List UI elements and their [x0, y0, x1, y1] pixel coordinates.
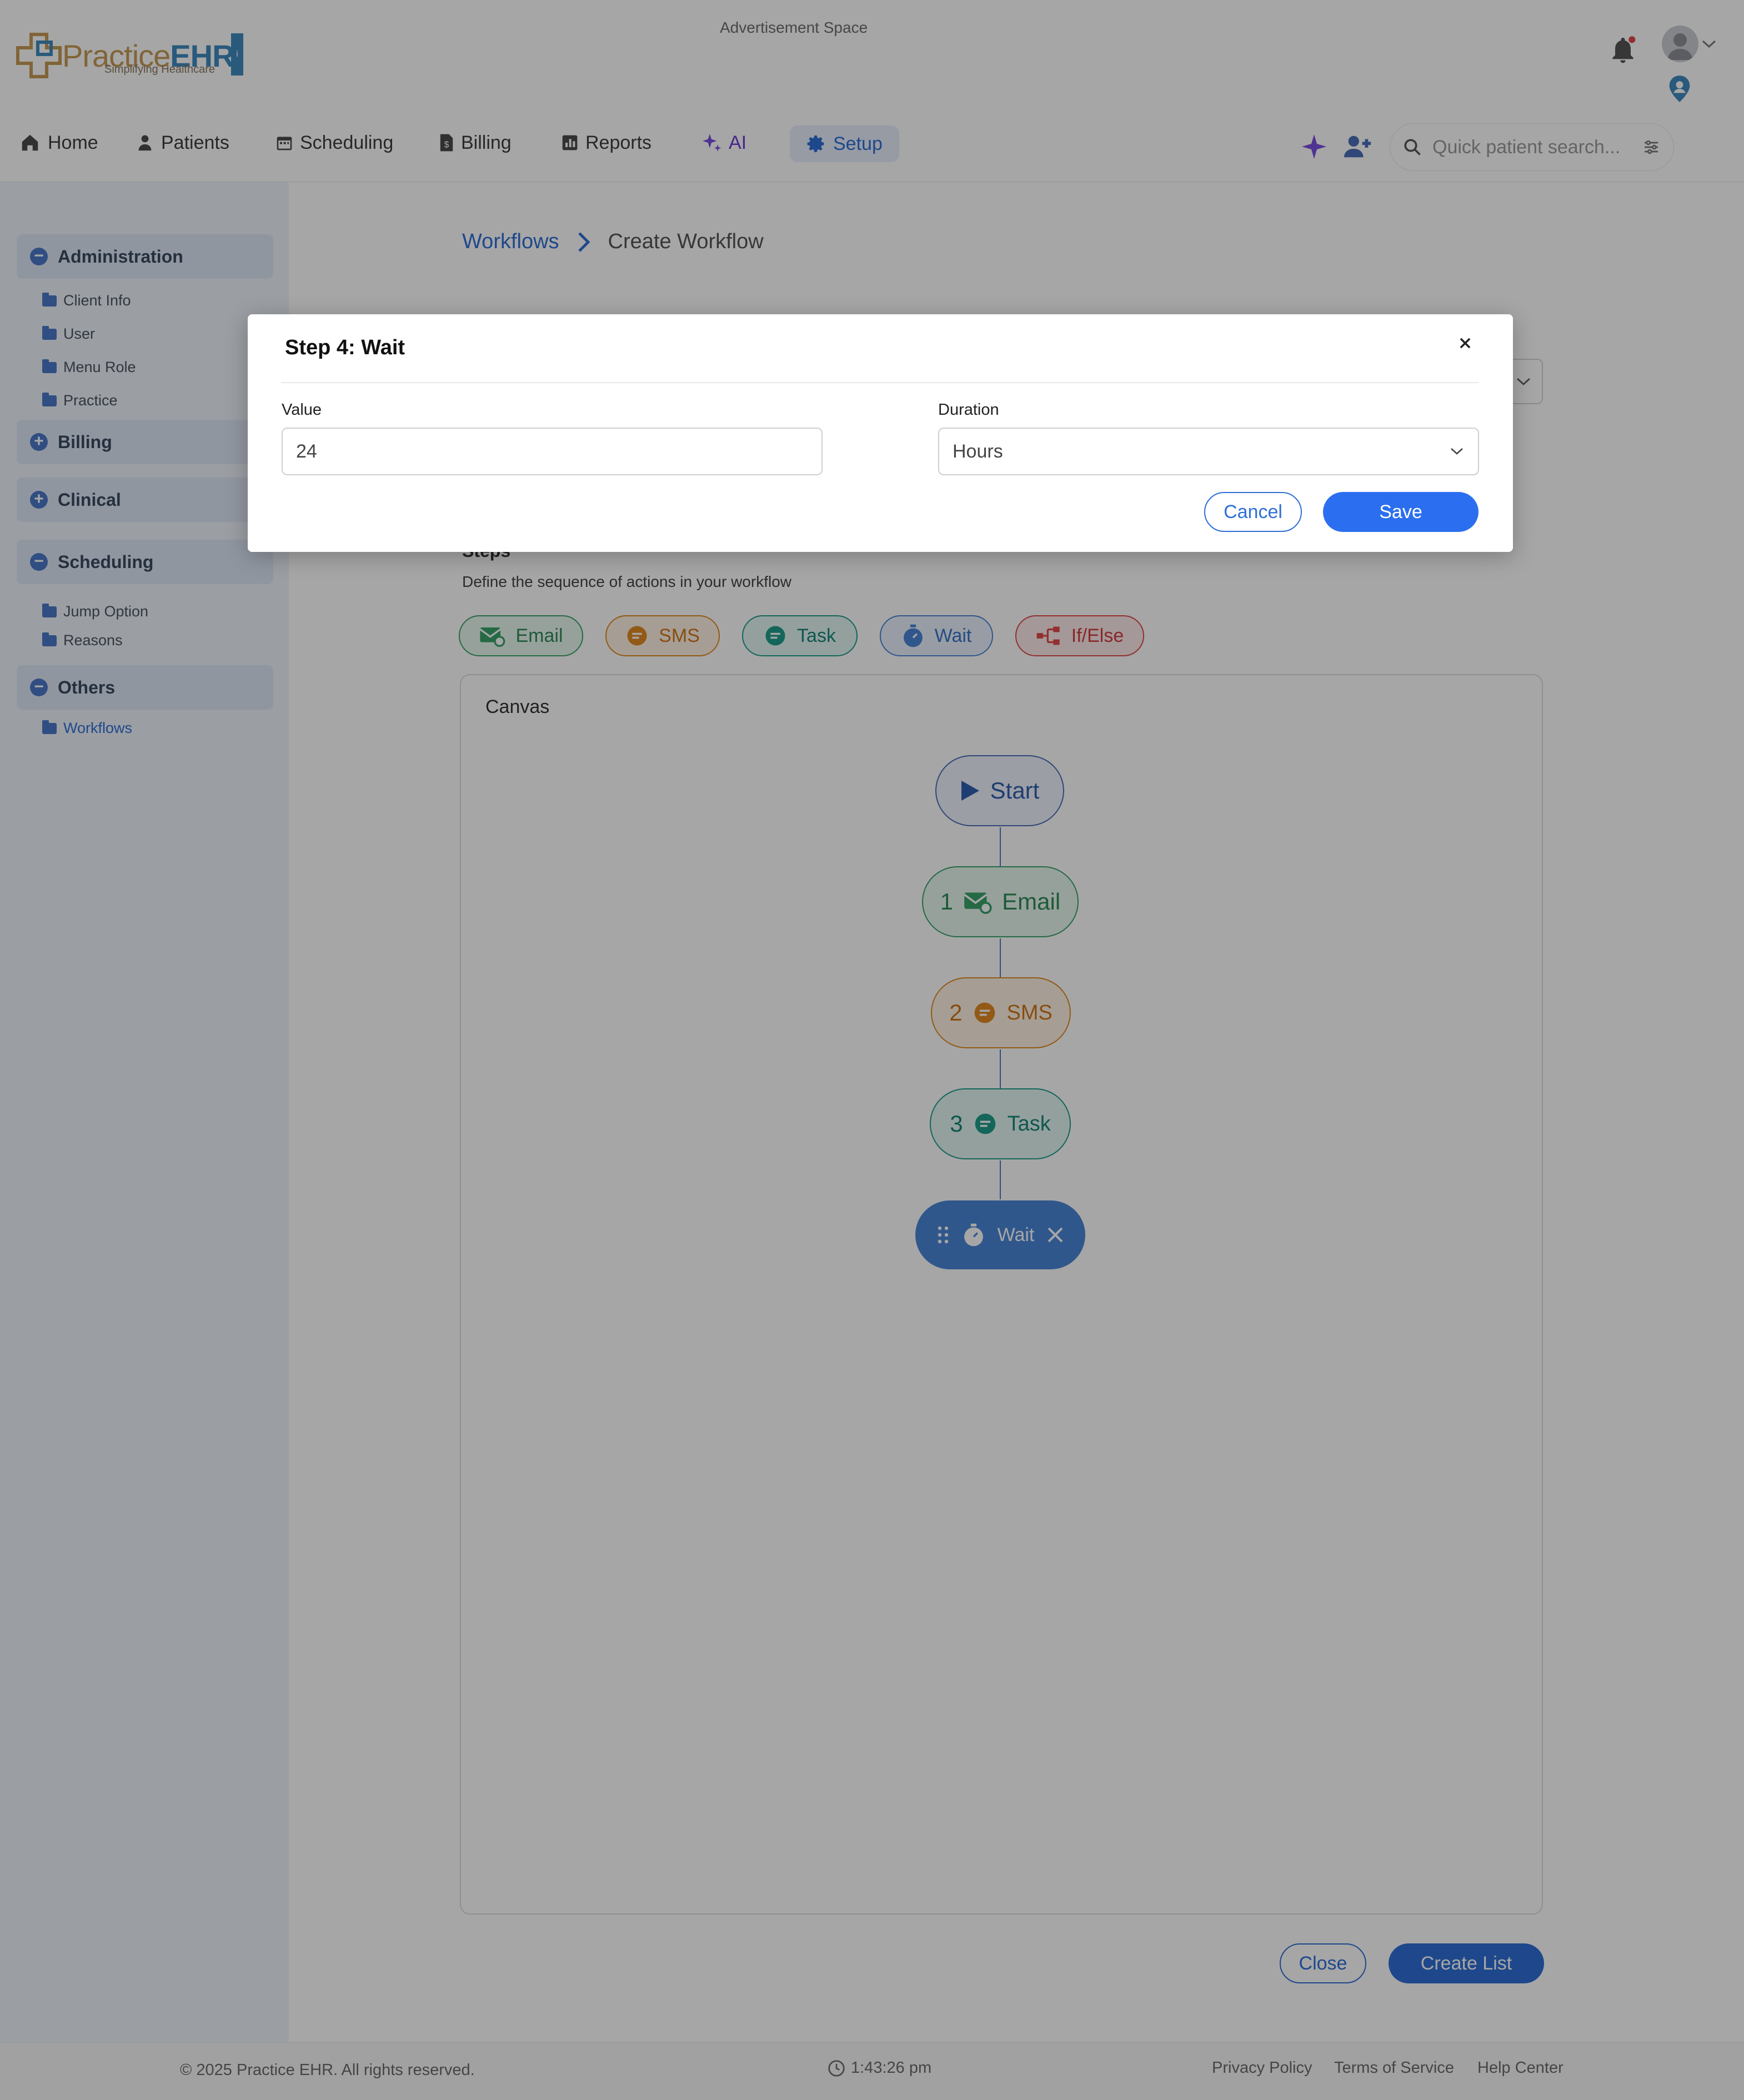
modal-save-button[interactable]: Save: [1323, 492, 1479, 532]
modal-cancel-button[interactable]: Cancel: [1204, 492, 1302, 532]
duration-label: Duration: [938, 401, 999, 419]
value-input[interactable]: 24: [282, 428, 823, 475]
value-input-text: 24: [296, 440, 317, 462]
value-label: Value: [282, 401, 322, 419]
duration-select-value: Hours: [953, 440, 1003, 462]
chevron-down-icon: [1451, 448, 1463, 455]
duration-select[interactable]: Hours: [938, 428, 1479, 475]
modal-close-icon[interactable]: [1455, 333, 1475, 353]
modal-divider: [281, 382, 1479, 383]
modal-title: Step 4: Wait: [285, 336, 405, 359]
